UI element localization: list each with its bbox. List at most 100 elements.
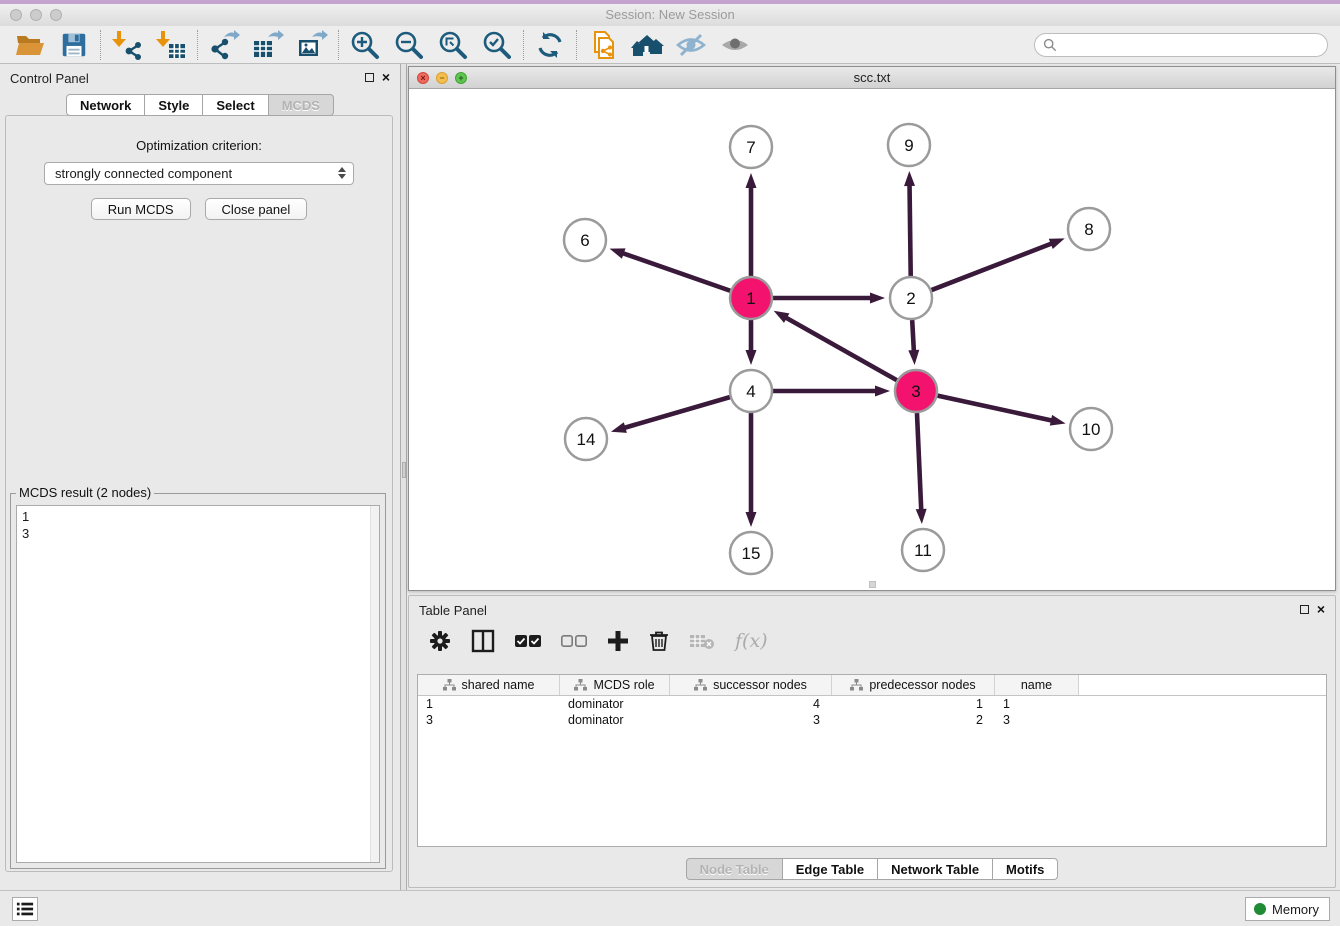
table-cell[interactable]: 4: [670, 696, 832, 712]
tab-network[interactable]: Network: [66, 94, 145, 116]
refresh-layout-button[interactable]: [528, 28, 572, 62]
graph-edge[interactable]: [932, 238, 1065, 290]
tab-mcds[interactable]: MCDS: [269, 94, 334, 116]
column-header[interactable]: name: [995, 675, 1079, 695]
search-field[interactable]: [1034, 33, 1328, 57]
export-table-button[interactable]: [246, 28, 290, 62]
hide-eye-button[interactable]: [669, 28, 713, 62]
delete-table-button[interactable]: [689, 628, 715, 654]
resize-handle[interactable]: [869, 581, 876, 588]
panel-splitter[interactable]: [400, 64, 407, 890]
graph-edge[interactable]: [916, 413, 927, 524]
status-bar: Memory: [0, 890, 1340, 926]
graph-edge[interactable]: [908, 320, 919, 365]
table-cell[interactable]: 1: [418, 696, 560, 712]
graph-node[interactable]: 6: [564, 219, 606, 261]
run-mcds-button[interactable]: Run MCDS: [91, 198, 191, 220]
optimization-criterion-label: Optimization criterion:: [6, 138, 392, 153]
select-all-button[interactable]: [515, 628, 541, 654]
float-panel-icon[interactable]: [365, 73, 374, 82]
graph-node[interactable]: 1: [730, 277, 772, 319]
task-history-button[interactable]: [12, 897, 38, 921]
result-scrollbar[interactable]: [370, 506, 379, 862]
split-columns-button[interactable]: [471, 628, 495, 654]
graph-edge[interactable]: [904, 171, 915, 276]
export-network-button[interactable]: [202, 28, 246, 62]
graph-node[interactable]: 2: [890, 277, 932, 319]
zoom-selected-button[interactable]: [475, 28, 519, 62]
export-image-button[interactable]: [290, 28, 334, 62]
add-column-button[interactable]: [607, 628, 629, 654]
trash-icon: [649, 630, 669, 652]
copy-network-button[interactable]: [581, 28, 625, 62]
graph-node[interactable]: 3: [895, 370, 937, 412]
column-header[interactable]: predecessor nodes: [832, 675, 995, 695]
graph-node[interactable]: 7: [730, 126, 772, 168]
graph-edge[interactable]: [773, 293, 885, 304]
graph-node[interactable]: 8: [1068, 208, 1110, 250]
tab-motifs[interactable]: Motifs: [993, 858, 1058, 880]
graph-edge[interactable]: [611, 397, 730, 433]
zoom-selected-icon: [481, 29, 513, 61]
graph-edge[interactable]: [937, 396, 1065, 426]
graph-node[interactable]: 14: [565, 418, 607, 460]
import-table-button[interactable]: [149, 28, 193, 62]
network-graph[interactable]: 7 9 6 8 1 2 4 3 14 10 15 11: [409, 89, 1337, 592]
graph-edge[interactable]: [774, 311, 897, 380]
function-builder-button[interactable]: f(x): [735, 628, 768, 654]
float-table-panel-icon[interactable]: [1300, 605, 1309, 614]
home-button[interactable]: [625, 28, 669, 62]
graph-edge[interactable]: [610, 248, 731, 290]
save-session-button[interactable]: [52, 28, 96, 62]
graph-node[interactable]: 10: [1070, 408, 1112, 450]
graph-node[interactable]: 11: [902, 529, 944, 571]
graph-edge[interactable]: [746, 320, 757, 365]
table-cell[interactable]: dominator: [560, 696, 670, 712]
zoom-fit-button[interactable]: [431, 28, 475, 62]
graph-node[interactable]: 9: [888, 124, 930, 166]
column-header[interactable]: MCDS role: [560, 675, 670, 695]
tab-edge-table[interactable]: Edge Table: [783, 858, 878, 880]
table-cell[interactable]: 3: [995, 712, 1079, 728]
arrowhead-icon: [870, 293, 885, 304]
show-eye-button[interactable]: [713, 28, 757, 62]
table-cell[interactable]: 3: [418, 712, 560, 728]
zoom-out-button[interactable]: [387, 28, 431, 62]
tab-network-table[interactable]: Network Table: [878, 858, 993, 880]
criterion-select[interactable]: strongly connected component: [44, 162, 354, 185]
column-header[interactable]: shared name: [418, 675, 560, 695]
delete-column-button[interactable]: [649, 628, 669, 654]
close-panel-button[interactable]: Close panel: [205, 198, 308, 220]
graph-edge[interactable]: [773, 386, 890, 397]
titlebar[interactable]: Session: New Session: [0, 4, 1340, 26]
tab-select[interactable]: Select: [203, 94, 268, 116]
network-window-titlebar[interactable]: × − + scc.txt: [409, 67, 1335, 89]
close-table-panel-icon[interactable]: ×: [1317, 603, 1325, 615]
tab-style[interactable]: Style: [145, 94, 203, 116]
table-cell[interactable]: 1: [832, 696, 995, 712]
zoom-in-button[interactable]: [343, 28, 387, 62]
graph-node[interactable]: 4: [730, 370, 772, 412]
graph-edge[interactable]: [746, 413, 757, 527]
table-cell[interactable]: 3: [670, 712, 832, 728]
table-cell[interactable]: dominator: [560, 712, 670, 728]
node-label: 15: [742, 544, 761, 563]
table-row[interactable]: 1dominator411: [418, 696, 1326, 712]
search-input[interactable]: [1062, 35, 1327, 55]
table-row[interactable]: 3dominator323: [418, 712, 1326, 728]
close-panel-icon[interactable]: ×: [382, 71, 390, 83]
tab-node-table[interactable]: Node Table: [686, 858, 783, 880]
node-label: 3: [911, 382, 920, 401]
graph-edge[interactable]: [746, 173, 757, 276]
gear-button[interactable]: [429, 628, 451, 654]
mcds-result-text[interactable]: 13: [16, 505, 380, 863]
import-network-button[interactable]: [105, 28, 149, 62]
table-cell[interactable]: 2: [832, 712, 995, 728]
graph-node[interactable]: 15: [730, 532, 772, 574]
memory-button[interactable]: Memory: [1245, 897, 1330, 921]
column-header[interactable]: successor nodes: [670, 675, 832, 695]
deselect-all-button[interactable]: [561, 628, 587, 654]
table-cell[interactable]: 1: [995, 696, 1079, 712]
open-session-button[interactable]: [8, 28, 52, 62]
node-table[interactable]: shared nameMCDS rolesuccessor nodesprede…: [417, 674, 1327, 847]
